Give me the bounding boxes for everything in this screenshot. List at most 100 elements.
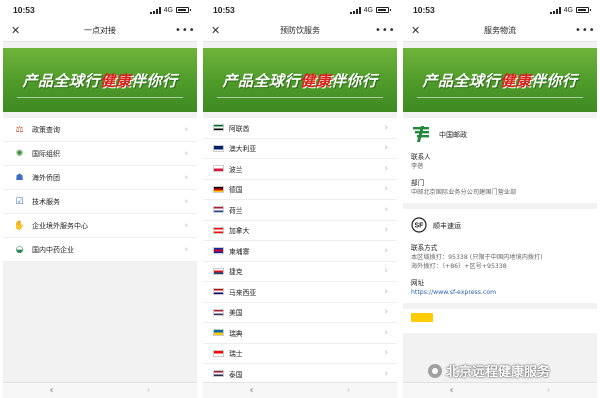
country-item[interactable]: 美国 ›: [203, 303, 397, 323]
country-item[interactable]: 荷兰 ›: [203, 200, 397, 221]
bottom-nav-bar: ‹ ›: [3, 382, 197, 398]
chevron-right-icon: ›: [384, 307, 388, 318]
menu-list: ⚖ 政策查询 › ✺ 国际组织 › ☗ 海外侨团 › ☑ 技术服务 › ✋ 企业境外服务中心 › ◒ 国内中药企…: [3, 118, 197, 262]
website-label: 网址: [411, 278, 425, 287]
status-time: 10:53: [213, 5, 235, 15]
menu-item[interactable]: ☗ 海外侨团 ›: [3, 166, 197, 190]
phone-screen-prevention: 10:53 4G ✕ 预防饮服务 ••• 产品全球行健康伴你行 阿联酋 › 澳大利亚…: [203, 0, 397, 398]
close-icon[interactable]: ✕: [11, 24, 25, 37]
country-label: 波兰: [229, 165, 243, 174]
country-label: 瑞士: [229, 350, 243, 359]
menu-item-label: 技术服务: [32, 197, 60, 206]
contact-method-label: 联系方式: [411, 244, 438, 253]
more-icon[interactable]: •••: [175, 25, 195, 36]
banner-slogan: 产品全球行健康伴你行: [22, 71, 178, 90]
forward-arrow-icon[interactable]: ›: [347, 385, 351, 396]
country-label: 泰国: [229, 370, 243, 379]
status-indicators: 4G: [549, 6, 591, 14]
chevron-right-icon: ›: [384, 327, 388, 338]
chevron-right-icon: ›: [184, 220, 188, 231]
status-bar: 10:53 4G: [403, 0, 597, 20]
courier-card-sf-express: SF 顺丰速运 联系方式 本区域拨打：95338 (只限于中国内地境内拨打) 海…: [403, 209, 597, 304]
department-label: 部门: [411, 178, 425, 187]
forward-arrow-icon[interactable]: ›: [547, 385, 551, 396]
country-label: 阿联酋: [229, 124, 250, 133]
contact-person-value: 李蓓: [411, 163, 424, 170]
phone-screen-docking: 10:53 4G ✕ 一点对接 ••• 产品全球行健康伴你行 ⚖ 政策查询 › ✺ 国际…: [3, 0, 197, 398]
courier-header: SF 顺丰速运: [411, 215, 589, 237]
chevron-right-icon: ›: [384, 122, 388, 133]
courier-name: 中国邮政: [439, 131, 467, 139]
country-item[interactable]: 柬埔寨 ›: [203, 241, 397, 262]
nav-bar: ✕ 预防饮服务 •••: [203, 20, 397, 42]
chevron-right-icon: ›: [384, 225, 388, 236]
back-arrow-icon[interactable]: ‹: [450, 385, 454, 396]
menu-item[interactable]: ⚖ 政策查询 ›: [3, 118, 197, 142]
scales-icon: ⚖: [15, 124, 24, 135]
signal-icon: [349, 6, 361, 14]
country-item[interactable]: 捷克 ›: [203, 262, 397, 282]
country-item[interactable]: 瑞士 ›: [203, 344, 397, 364]
banner-divider: [417, 97, 583, 98]
menu-item[interactable]: ☑ 技术服务 ›: [3, 190, 197, 214]
flag-icon: [213, 349, 224, 357]
country-item[interactable]: 马来西亚 ›: [203, 282, 397, 303]
watermark: 北京远程健康服务: [428, 361, 550, 380]
menu-item-label: 政策查询: [32, 125, 60, 134]
calendar-check-icon: ☑: [15, 196, 24, 207]
menu-item-label: 国际组织: [32, 149, 60, 158]
svg-text:SF: SF: [415, 223, 425, 230]
close-icon[interactable]: ✕: [411, 24, 425, 37]
nav-bar: ✕ 一点对接 •••: [3, 20, 197, 42]
status-time: 10:53: [413, 5, 435, 15]
country-label: 德国: [229, 186, 243, 195]
menu-item[interactable]: ✋ 企业境外服务中心 ›: [3, 214, 197, 238]
globe-icon: ✺: [15, 148, 24, 159]
country-item[interactable]: 加拿大 ›: [203, 221, 397, 241]
close-icon[interactable]: ✕: [211, 24, 225, 37]
more-icon[interactable]: •••: [575, 25, 595, 36]
country-label: 瑞典: [229, 329, 243, 338]
flag-icon: [213, 288, 224, 296]
sf-express-logo-icon: SF: [411, 217, 427, 235]
chevron-right-icon: ›: [384, 163, 388, 174]
menu-item[interactable]: ✺ 国际组织 ›: [3, 142, 197, 166]
country-label: 荷兰: [229, 206, 243, 215]
menu-item-label: 企业境外服务中心: [32, 221, 88, 230]
country-item[interactable]: 波兰 ›: [203, 159, 397, 180]
country-item[interactable]: 阿联酋 ›: [203, 118, 397, 139]
status-indicators: 4G: [349, 6, 391, 14]
chevron-right-icon: ›: [184, 244, 188, 255]
courier-header: 中国邮政: [411, 124, 589, 146]
banner-slogan: 产品全球行健康伴你行: [422, 71, 578, 90]
battery-icon: [376, 7, 391, 13]
page-title: 服务物流: [484, 26, 516, 35]
flag-icon: [213, 329, 224, 337]
menu-item-label: 国内中药企业: [32, 245, 74, 254]
back-arrow-icon[interactable]: ‹: [250, 385, 254, 396]
country-label: 捷克: [229, 268, 243, 277]
bottom-nav-bar: ‹ ›: [203, 382, 397, 398]
network-type: 4G: [363, 6, 373, 14]
contact-person-label: 联系人: [411, 153, 431, 161]
country-item[interactable]: 德国 ›: [203, 180, 397, 200]
country-label: 加拿大: [229, 227, 250, 236]
courier-card-china-post: 中国邮政 联系人 李蓓 部门 中邮北京国际业务分公司建国门营业部: [403, 118, 597, 204]
chevron-right-icon: ›: [384, 348, 388, 359]
country-item[interactable]: 瑞典 ›: [203, 323, 397, 344]
department-value: 中邮北京国际业务分公司建国门营业部: [411, 188, 517, 196]
chevron-right-icon: ›: [384, 286, 388, 297]
page-title: 一点对接: [84, 26, 116, 35]
country-list: 阿联酋 › 澳大利亚 › 波兰 › 德国 › 荷兰 › 加拿大 › 柬埔寨 › 捷克 › 马来西亚 › 美国 › 瑞典 ›…: [203, 118, 397, 398]
country-label: 澳大利亚: [229, 145, 257, 154]
more-icon[interactable]: •••: [375, 25, 395, 36]
country-item[interactable]: 澳大利亚 ›: [203, 139, 397, 159]
flag-icon: [213, 308, 224, 316]
forward-arrow-icon[interactable]: ›: [147, 385, 151, 396]
back-arrow-icon[interactable]: ‹: [50, 385, 54, 396]
website-link[interactable]: https://www.sf-express.com: [411, 289, 589, 298]
menu-item[interactable]: ◒ 国内中药企业 ›: [3, 238, 197, 262]
chevron-right-icon: ›: [384, 368, 388, 379]
promo-banner: 产品全球行健康伴你行: [3, 48, 197, 112]
wechat-account-icon: [428, 363, 442, 378]
